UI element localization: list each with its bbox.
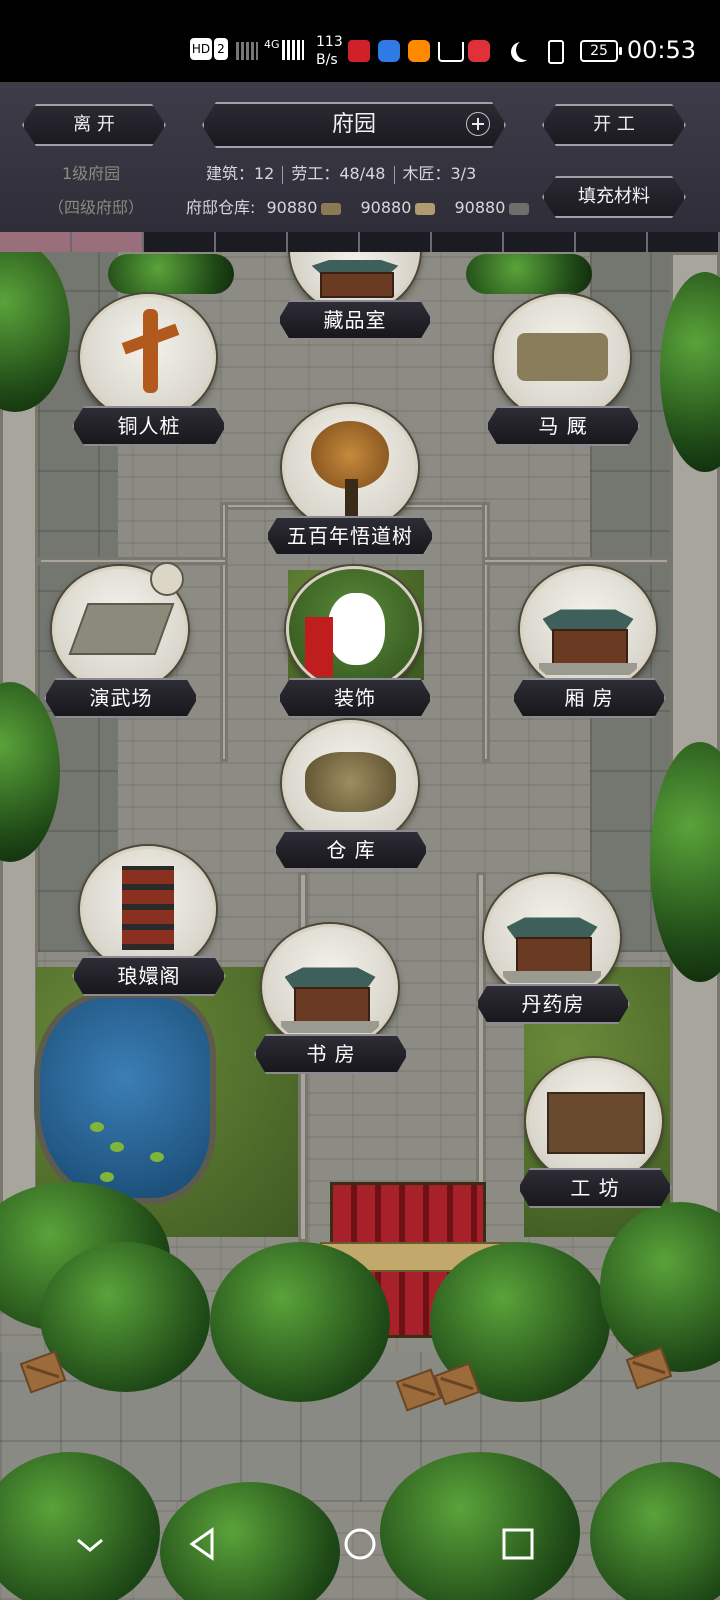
building-label: 演武场 — [44, 678, 198, 718]
vibrate-icon — [548, 40, 564, 64]
start-work-button[interactable]: 开 工 — [542, 104, 686, 146]
estate-header: 离 开 府园 开 工 填充材料 1级府园 （四级府邸） 建筑：12 劳工：48/4… — [0, 82, 720, 233]
reader-icon — [468, 40, 490, 62]
inner-wall-right — [482, 557, 670, 565]
leave-button-label: 离 开 — [73, 114, 115, 135]
warehouse-row: 府邸仓库: 90880 90880 90880 — [186, 194, 531, 218]
building-pavilion[interactable]: 琅嬛阁 — [72, 846, 222, 996]
building-label: 马 厩 — [486, 406, 640, 446]
building-label: 藏品室 — [278, 300, 432, 340]
divider — [393, 165, 395, 184]
fill-materials-label: 填充材料 — [578, 186, 650, 207]
building-study[interactable]: 书 房 — [254, 924, 404, 1076]
home-icon[interactable] — [336, 1520, 384, 1568]
carpenter-count: 木匠：3/3 — [402, 164, 477, 183]
battery-indicator: 25 — [580, 40, 622, 62]
start-work-label: 开 工 — [593, 114, 635, 135]
wood-icon — [415, 202, 436, 215]
building-storage[interactable]: 仓 库 — [274, 720, 424, 870]
divider — [282, 165, 284, 184]
cart-icon — [438, 42, 464, 62]
building-label: 书 房 — [254, 1034, 408, 1074]
building-wing-room[interactable]: 厢 房 — [512, 566, 662, 718]
building-alchemy-room[interactable]: 丹药房 — [476, 874, 626, 1026]
resource-stone-value: 90880 — [266, 198, 318, 217]
inner-wall-center-right — [482, 502, 490, 762]
lily-pad — [110, 1142, 124, 1152]
signal-icon-2 — [282, 40, 304, 60]
lily-pad — [100, 1172, 114, 1182]
back-icon[interactable] — [178, 1520, 226, 1568]
building-bronze-statue[interactable]: 铜人桩 — [72, 294, 222, 444]
taobao-icon — [408, 40, 430, 62]
crossed-swords-icon[interactable] — [150, 562, 184, 596]
stats-row: 建筑：12 劳工：48/48 木匠：3/3 — [206, 160, 476, 184]
progress-segment — [576, 232, 648, 252]
iron-icon — [509, 202, 530, 215]
fill-materials-button[interactable]: 填充材料 — [542, 176, 686, 218]
status-bar: HD 2 4G 113 B/s 25 00:53 — [0, 0, 720, 82]
recents-icon[interactable] — [494, 1520, 542, 1568]
building-label: 丹药房 — [476, 984, 630, 1024]
building-decoration[interactable]: 装饰 — [278, 566, 428, 718]
progress-segment — [432, 232, 504, 252]
progress-segment — [288, 232, 360, 252]
plus-icon[interactable] — [466, 112, 490, 136]
building-label: 仓 库 — [274, 830, 428, 870]
pond — [34, 992, 216, 1204]
progress-segment-filled — [0, 232, 72, 252]
inner-wall-center-left — [220, 502, 228, 762]
estate-level: 1级府园 — [62, 164, 121, 183]
building-enlightenment-tree[interactable]: 五百年悟道树 — [266, 404, 430, 556]
lily-pad — [150, 1152, 164, 1162]
building-label: 五百年悟道树 — [266, 516, 434, 556]
signal-icon — [236, 42, 258, 60]
clock: 00:53 — [626, 36, 696, 64]
building-stable[interactable]: 马 厩 — [486, 294, 636, 444]
building-label: 装饰 — [278, 678, 432, 718]
bush — [210, 1242, 390, 1402]
building-workshop[interactable]: 工 坊 — [518, 1058, 668, 1210]
resource-iron-value: 90880 — [454, 198, 506, 217]
worker-count: 劳工：48/48 — [291, 164, 386, 183]
sim-badge: 2 — [214, 38, 228, 60]
building-label: 厢 房 — [512, 678, 666, 718]
progress-segment — [360, 232, 432, 252]
music-icon — [378, 40, 400, 62]
building-label: 工 坊 — [518, 1168, 672, 1208]
system-nav-bar — [0, 1490, 720, 1600]
moon-icon — [516, 40, 536, 60]
estate-map: 藏品室 铜人桩 马 厩 五百年悟道树 演武场 装饰 厢 房 仓 库 琅嬛阁 丹药… — [0, 252, 720, 1600]
bush — [40, 1242, 210, 1392]
speed-unit: B/s — [316, 52, 338, 68]
leave-button[interactable]: 离 开 — [22, 104, 166, 146]
building-label: 铜人桩 — [72, 406, 226, 446]
estate-rank: （四级府邸） — [48, 198, 145, 217]
resource-wood-value: 90880 — [360, 198, 412, 217]
building-training-arena[interactable]: 演武场 — [44, 562, 194, 718]
progress-segment — [504, 232, 576, 252]
progress-segment — [216, 232, 288, 252]
network-label: 4G — [264, 38, 280, 51]
building-collection[interactable]: 藏品室 — [278, 252, 428, 342]
flower-bush — [466, 254, 592, 294]
construction-progress-bar — [0, 232, 720, 252]
progress-segment — [648, 232, 720, 252]
warehouse-label: 府邸仓库: — [186, 198, 256, 217]
qidian-icon — [348, 40, 370, 62]
flower-bush — [108, 254, 234, 294]
building-count: 建筑：12 — [206, 164, 275, 183]
hd-badge: HD — [190, 38, 212, 60]
chevron-down-icon[interactable] — [66, 1520, 114, 1568]
page-title: 府园 — [331, 112, 376, 137]
estate-title-bar: 府园 — [202, 102, 506, 148]
building-label: 琅嬛阁 — [72, 956, 226, 996]
speed-value: 113 — [316, 34, 343, 50]
progress-segment — [144, 232, 216, 252]
progress-segment-filled — [72, 232, 144, 252]
lily-pad — [90, 1122, 104, 1132]
stone-icon — [321, 202, 342, 215]
